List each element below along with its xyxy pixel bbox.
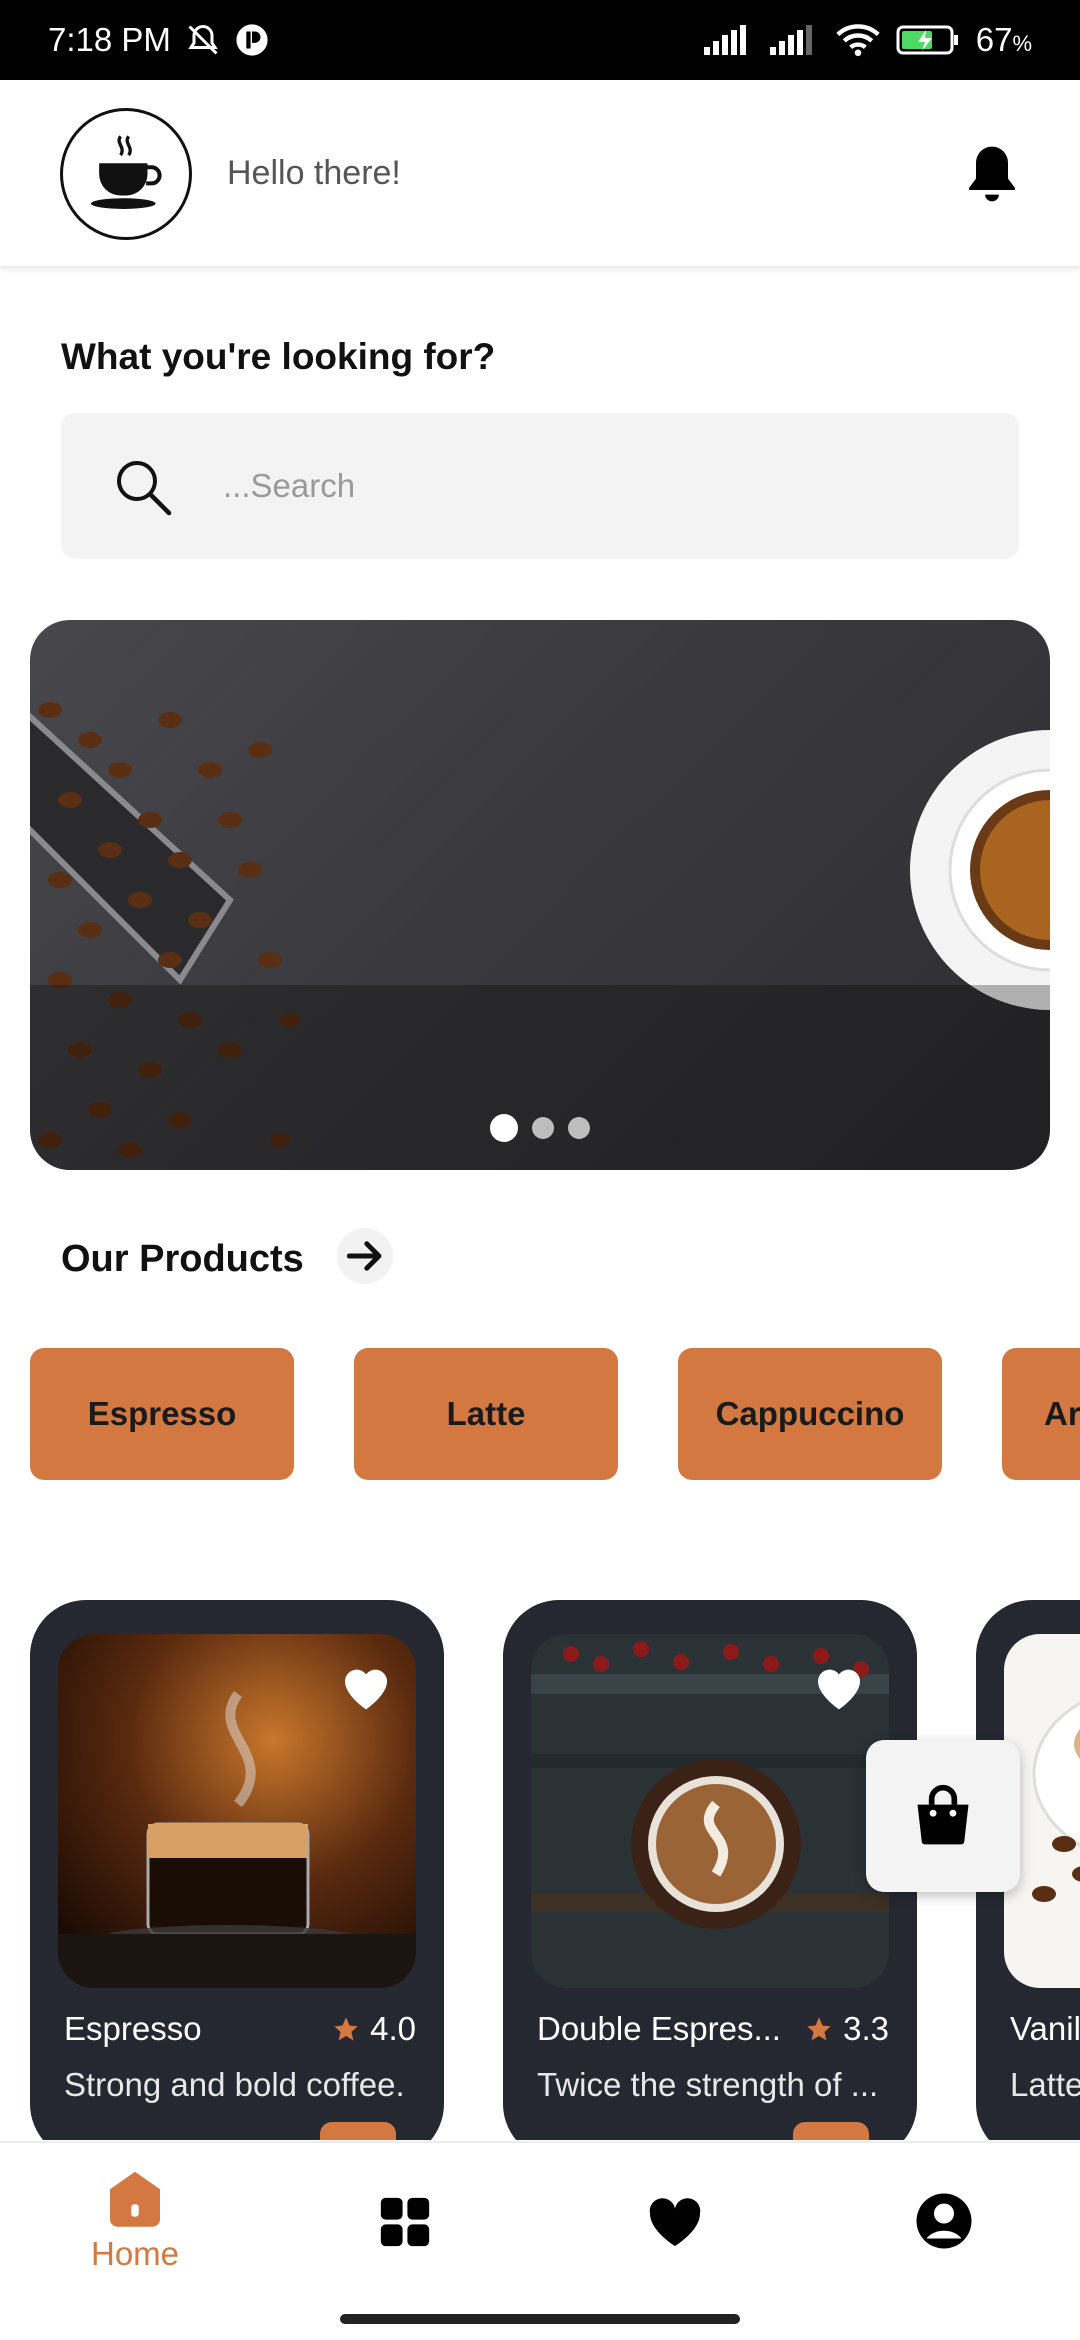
nav-home-label: Home bbox=[90, 2235, 180, 2272]
products-title: Our Products bbox=[61, 1238, 304, 1280]
product-card[interactable]: Espresso 4.0 Strong and bold coffee. bbox=[30, 1600, 444, 2140]
carousel-dot[interactable] bbox=[568, 1117, 590, 1139]
product-rating: 3.3 bbox=[805, 2010, 889, 2048]
favorite-heart-icon[interactable] bbox=[338, 1660, 394, 1712]
shopping-bag-button[interactable] bbox=[866, 1740, 1020, 1892]
add-to-cart-button[interactable] bbox=[320, 2122, 396, 2140]
app-notification-icon bbox=[235, 23, 269, 57]
star-icon bbox=[807, 2017, 831, 2041]
carousel-indicator bbox=[30, 1114, 1050, 1142]
search-input[interactable] bbox=[223, 453, 983, 519]
heart-icon bbox=[649, 2198, 701, 2246]
search-icon[interactable] bbox=[111, 455, 175, 519]
bell-icon[interactable] bbox=[960, 138, 1024, 210]
signal-2-icon bbox=[769, 25, 820, 55]
status-bar: 7:18 PM 67% bbox=[0, 0, 1080, 80]
promo-banner[interactable] bbox=[30, 620, 1050, 1170]
profile-icon bbox=[916, 2193, 972, 2249]
coffee-cup-icon bbox=[91, 135, 162, 209]
arrow-right-icon[interactable] bbox=[337, 1228, 393, 1284]
nav-favorites[interactable] bbox=[595, 2193, 755, 2249]
banner-shade bbox=[30, 985, 1050, 1170]
search-heading: What you're looking for? bbox=[61, 336, 496, 377]
nav-categories[interactable] bbox=[325, 2193, 485, 2251]
product-description: Strong and bold coffee. bbox=[64, 2066, 405, 2103]
product-card[interactable]: Double Espres... 3.3 Twice the strength … bbox=[503, 1600, 917, 2140]
category-chip-more[interactable]: Ar bbox=[1002, 1348, 1080, 1480]
product-description: Twice the strength of ... bbox=[537, 2066, 879, 2103]
muted-bell-icon bbox=[185, 22, 221, 58]
battery-level: 67% bbox=[975, 21, 1032, 58]
shopping-bag-icon bbox=[917, 1784, 969, 1845]
greeting-text: Hello there! bbox=[227, 154, 401, 192]
home-indicator[interactable] bbox=[340, 2314, 740, 2324]
category-chip-latte[interactable]: Latte bbox=[354, 1348, 618, 1480]
favorite-heart-icon[interactable] bbox=[811, 1660, 867, 1712]
star-icon bbox=[334, 2017, 358, 2041]
add-to-cart-button[interactable] bbox=[793, 2122, 869, 2140]
nav-home[interactable]: Home bbox=[55, 2169, 215, 2273]
nav-profile[interactable] bbox=[864, 2191, 1024, 2251]
signal-icon bbox=[703, 25, 754, 55]
grid-icon bbox=[380, 2197, 430, 2247]
carousel-dot[interactable] bbox=[490, 1114, 518, 1142]
product-name: Espresso bbox=[64, 2010, 202, 2047]
battery-charging-icon bbox=[896, 24, 960, 56]
status-time: 7:18 PM bbox=[48, 21, 171, 58]
coffee-cup-image bbox=[910, 730, 1050, 1010]
product-description: Latte bbox=[1010, 2066, 1080, 2103]
coffee-logo[interactable] bbox=[60, 108, 192, 240]
category-chip-espresso[interactable]: Espresso bbox=[30, 1348, 294, 1480]
category-chip-cappuccino[interactable]: Cappuccino bbox=[678, 1348, 942, 1480]
app-header: Hello there! bbox=[0, 80, 1080, 268]
product-name: Vanil bbox=[1010, 2010, 1080, 2047]
product-rating: 4.0 bbox=[332, 2010, 416, 2048]
search-box[interactable] bbox=[61, 413, 1019, 559]
wifi-icon bbox=[836, 23, 880, 57]
carousel-dot[interactable] bbox=[532, 1117, 554, 1139]
product-name: Double Espres... bbox=[537, 2010, 781, 2047]
category-list: Espresso Latte Cappuccino Ar bbox=[30, 1348, 1080, 1480]
home-icon bbox=[110, 2171, 160, 2227]
bottom-navigation: Home bbox=[0, 2141, 1080, 2340]
